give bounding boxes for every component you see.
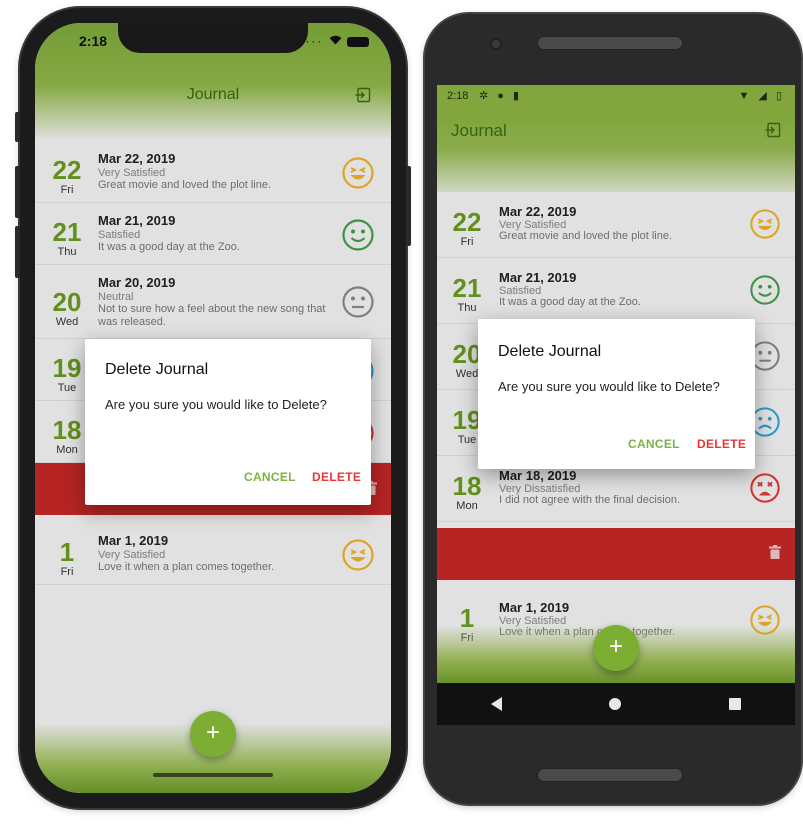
android-nav-bar	[437, 683, 795, 725]
android-screen: 2:18 ✲ ● ▮ ▼ ◢ ▯ Journal 22 Fri Mar 22, …	[437, 85, 795, 725]
android-device: 2:18 ✲ ● ▮ ▼ ◢ ▯ Journal 22 Fri Mar 22, …	[425, 14, 801, 804]
cancel-button[interactable]: CANCEL	[244, 470, 296, 484]
delete-dialog: Delete Journal Are you sure you would li…	[85, 339, 371, 505]
add-entry-button[interactable]: +	[190, 711, 236, 757]
side-button	[406, 166, 411, 246]
delete-button[interactable]: DELETE	[697, 437, 746, 451]
add-entry-button[interactable]: +	[593, 625, 639, 671]
iphone-device: Journal 2:18 ··· 22 Fri Mar 22, 2019 Ver…	[15, 8, 411, 808]
dialog-message: Are you sure you would like to Delete?	[498, 379, 720, 394]
front-camera	[490, 38, 502, 50]
bottom-speaker	[537, 768, 683, 782]
dialog-message: Are you sure you would like to Delete?	[105, 397, 327, 412]
delete-dialog: Delete Journal Are you sure you would li…	[478, 319, 755, 469]
delete-button[interactable]: DELETE	[312, 470, 361, 484]
volume-down-button	[15, 226, 20, 278]
volume-up-button	[15, 166, 20, 218]
ios-screen: Journal 2:18 ··· 22 Fri Mar 22, 2019 Ver…	[35, 23, 391, 793]
home-icon[interactable]	[609, 698, 622, 710]
dialog-title: Delete Journal	[498, 343, 602, 360]
top-speaker	[537, 36, 683, 50]
cancel-button[interactable]: CANCEL	[628, 437, 680, 451]
ring-switch	[15, 112, 20, 142]
recent-apps-icon[interactable]	[729, 698, 742, 710]
dialog-title: Delete Journal	[105, 361, 209, 378]
back-icon[interactable]	[490, 697, 502, 711]
